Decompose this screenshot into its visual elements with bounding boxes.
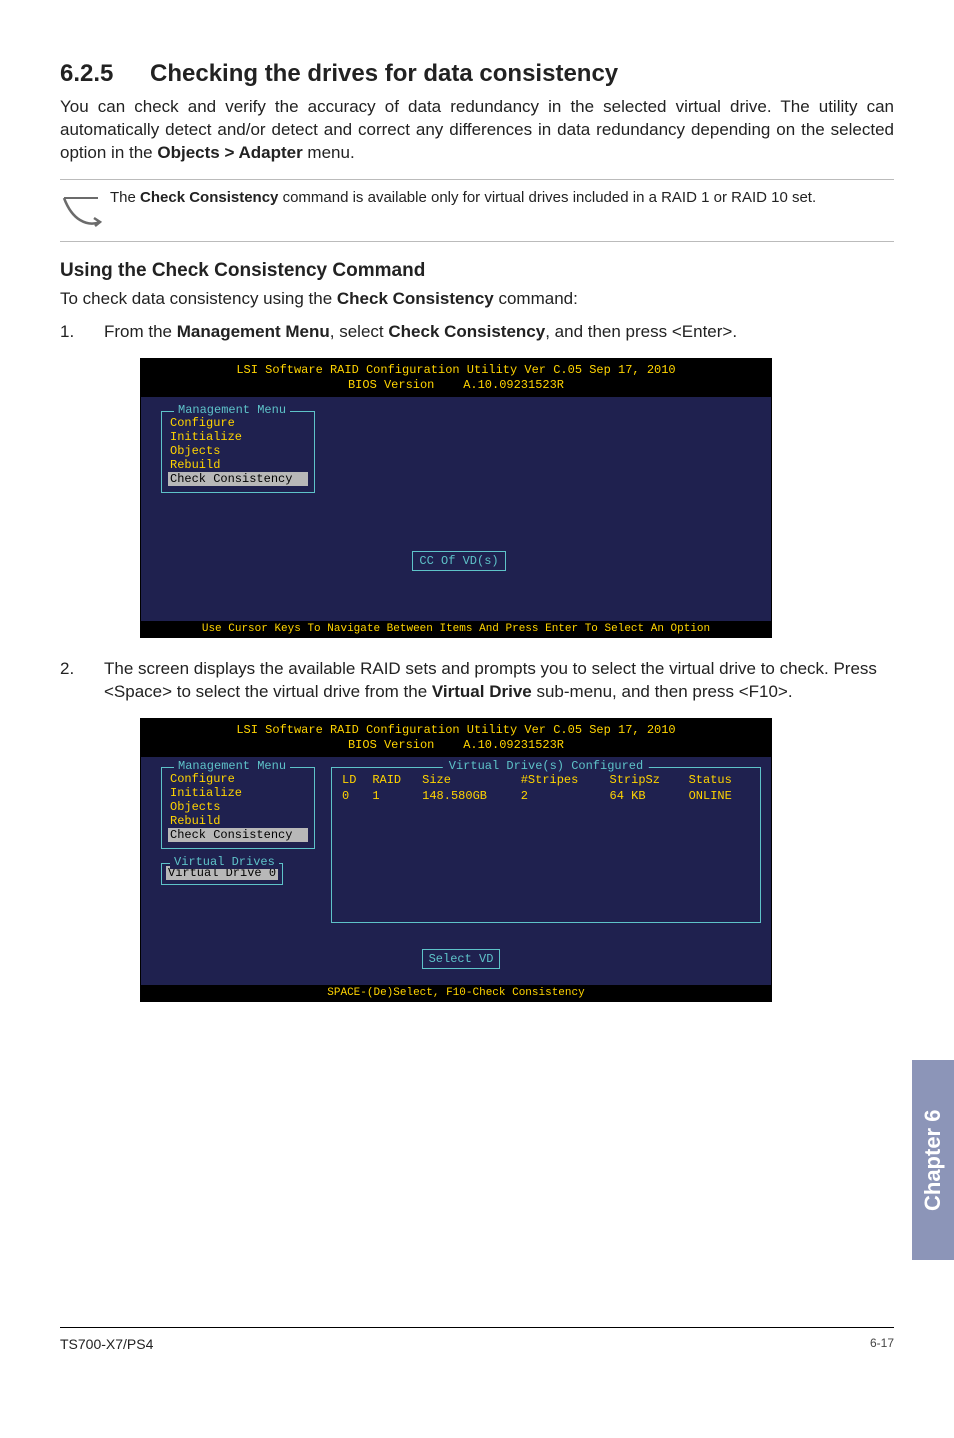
cell-raid: 1 — [368, 788, 418, 804]
bios2-title-line1: LSI Software RAID Configuration Utility … — [236, 723, 675, 737]
note-bold: Check Consistency — [140, 189, 278, 206]
bios-screenshot-2: LSI Software RAID Configuration Utility … — [140, 718, 772, 1002]
step1-pre: From the — [104, 322, 177, 341]
cell-size: 148.580GB — [418, 788, 517, 804]
step2-post: sub-menu, and then press <F10>. — [532, 682, 793, 701]
step1-mid: , select — [330, 322, 389, 341]
table-row[interactable]: 0 1 148.580GB 2 64 KB ONLINE — [338, 788, 754, 804]
bios1-title-line2: BIOS Version A.10.09231523R — [348, 378, 564, 392]
note-text: The Check Consistency command is availab… — [110, 188, 816, 208]
step-number: 2. — [60, 658, 104, 704]
bios1-menu-item-configure[interactable]: Configure — [168, 416, 308, 430]
bios1-title-line1: LSI Software RAID Configuration Utility … — [236, 363, 675, 377]
bios2-vd-table: LD RAID Size #Stripes StripSz Status 0 1… — [338, 772, 754, 804]
footer-page-number: 6-17 — [870, 1336, 894, 1352]
bios2-menu-item-configure[interactable]: Configure — [168, 772, 308, 786]
chapter-tab: Chapter 6 — [912, 1060, 954, 1260]
page-footer: TS700-X7/PS4 6-17 — [60, 1327, 894, 1352]
subintro-pre: To check data consistency using the — [60, 289, 337, 308]
subintro: To check data consistency using the Chec… — [60, 288, 894, 311]
bios1-menu-title: Management Menu — [174, 403, 290, 417]
intro-bold: Objects > Adapter — [157, 143, 302, 162]
bios2-menu-item-rebuild[interactable]: Rebuild — [168, 814, 308, 828]
bios2-title-line2: BIOS Version A.10.09231523R — [348, 738, 564, 752]
section-heading: 6.2.5Checking the drives for data consis… — [60, 60, 894, 88]
bios2-vd-panel-title: Virtual Drive(s) Configured — [443, 759, 649, 773]
bios2-virtual-drives-title: Virtual Drives — [170, 855, 279, 869]
bios1-footer: Use Cursor Keys To Navigate Between Item… — [141, 621, 771, 637]
step-number: 1. — [60, 321, 104, 344]
bios2-footer: SPACE-(De)Select, F10-Check Consistency — [141, 985, 771, 1001]
bios1-management-menu[interactable]: Management Menu Configure Initialize Obj… — [161, 411, 315, 493]
bios1-menu-item-check-consistency[interactable]: Check Consistency — [168, 472, 308, 486]
col-size: Size — [418, 772, 517, 788]
col-raid: RAID — [368, 772, 418, 788]
bios2-header: LSI Software RAID Configuration Utility … — [141, 719, 771, 757]
step1-bold2: Check Consistency — [388, 322, 545, 341]
cell-stripes: 2 — [517, 788, 606, 804]
subintro-bold: Check Consistency — [337, 289, 494, 308]
bios2-center-button[interactable]: Select VD — [422, 949, 501, 969]
cell-stripsz: 64 KB — [606, 788, 685, 804]
intro-tail: menu. — [303, 143, 355, 162]
bios2-menu-item-initialize[interactable]: Initialize — [168, 786, 308, 800]
bios1-menu-item-initialize[interactable]: Initialize — [168, 430, 308, 444]
bios-screenshot-1: LSI Software RAID Configuration Utility … — [140, 358, 772, 638]
subintro-post: command: — [494, 289, 578, 308]
note-pre: The — [110, 189, 140, 206]
step-1: 1. From the Management Menu, select Chec… — [60, 321, 894, 344]
step2-bold1: Virtual Drive — [432, 682, 532, 701]
note-icon — [60, 188, 110, 233]
bios1-center-button[interactable]: CC Of VD(s) — [412, 551, 505, 571]
note-callout: The Check Consistency command is availab… — [60, 179, 894, 242]
bios1-menu-item-rebuild[interactable]: Rebuild — [168, 458, 308, 472]
step1-post: , and then press <Enter>. — [545, 322, 737, 341]
bios1-menu-item-objects[interactable]: Objects — [168, 444, 308, 458]
footer-product: TS700-X7/PS4 — [60, 1336, 153, 1352]
bios1-header: LSI Software RAID Configuration Utility … — [141, 359, 771, 397]
subsection-heading: Using the Check Consistency Command — [60, 260, 894, 282]
bios2-virtual-drives-box[interactable]: Virtual Drives Virtual Drive 0 — [161, 863, 283, 885]
bios2-management-menu[interactable]: Management Menu Configure Initialize Obj… — [161, 767, 315, 849]
section-title-text: Checking the drives for data consistency — [150, 60, 618, 87]
bios2-menu-item-check-consistency[interactable]: Check Consistency — [168, 828, 308, 842]
col-stripes: #Stripes — [517, 772, 606, 788]
bios2-menu-item-objects[interactable]: Objects — [168, 800, 308, 814]
note-post: command is available only for virtual dr… — [278, 189, 816, 206]
step1-bold1: Management Menu — [177, 322, 330, 341]
section-number: 6.2.5 — [60, 60, 150, 88]
intro-paragraph: You can check and verify the accuracy of… — [60, 96, 894, 165]
bios2-vd-table-panel: Virtual Drive(s) Configured LD RAID Size… — [331, 767, 761, 923]
bios2-menu-title: Management Menu — [174, 759, 290, 773]
col-ld: LD — [338, 772, 368, 788]
step-2: 2. The screen displays the available RAI… — [60, 658, 894, 704]
cell-status: ONLINE — [685, 788, 754, 804]
cell-ld: 0 — [338, 788, 368, 804]
col-stripsz: StripSz — [606, 772, 685, 788]
col-status: Status — [685, 772, 754, 788]
